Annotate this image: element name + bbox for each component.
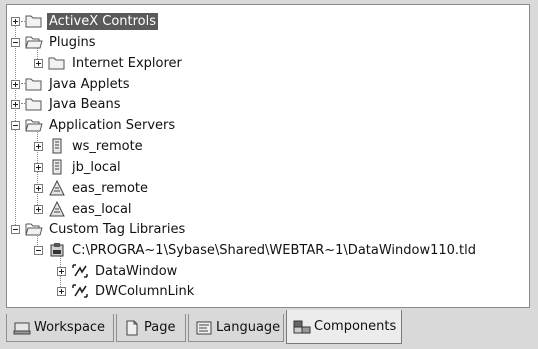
components-window: ActiveX Controls Plugins Internet Explor… — [0, 0, 538, 349]
eas-server-icon — [48, 201, 66, 217]
tree-item-plugins[interactable]: Plugins — [11, 32, 98, 52]
tree-item-label: C:\PROGRA~1\Sybase\Shared\WEBTAR~1\DataW… — [72, 242, 477, 258]
page-icon — [123, 320, 141, 336]
folder-open-icon — [25, 34, 43, 50]
tree-item-label: Custom Tag Libraries — [49, 221, 186, 237]
tab-label: Language — [216, 320, 281, 335]
expand-plus-icon[interactable] — [34, 183, 43, 193]
tree-item-label: eas_remote — [72, 180, 149, 196]
folder-closed-icon — [25, 76, 43, 92]
tree-item-label: Java Applets — [49, 76, 130, 92]
tab-label: Components — [314, 319, 397, 334]
tab-language[interactable]: Language — [188, 314, 284, 342]
components-icon — [293, 319, 311, 335]
custom-tag-icon — [71, 283, 89, 299]
tree-item-label: Plugins — [49, 34, 96, 50]
tree-item-label: ActiveX Controls — [47, 12, 159, 30]
tree-item-internet-explorer[interactable]: Internet Explorer — [34, 53, 184, 73]
tab-label: Workspace — [34, 320, 106, 335]
expand-plus-icon[interactable] — [34, 204, 43, 214]
folder-closed-icon — [25, 96, 43, 112]
tree-item-eas-remote[interactable]: eas_remote — [34, 178, 150, 198]
folder-closed-icon — [48, 55, 66, 71]
collapse-minus-icon[interactable] — [11, 120, 20, 130]
tree-item-label: Application Servers — [49, 117, 176, 133]
tree-item-dwcolumnlink[interactable]: DWColumnLink — [57, 281, 196, 301]
expand-plus-icon[interactable] — [11, 79, 20, 89]
tab-components[interactable]: Components — [286, 310, 402, 344]
tree-item-label: Internet Explorer — [72, 55, 182, 71]
tree-item-java-applets[interactable]: Java Applets — [11, 74, 131, 94]
server-icon — [48, 159, 66, 175]
tab-page[interactable]: Page — [116, 314, 186, 342]
eas-server-icon — [48, 180, 66, 196]
expand-plus-icon[interactable] — [34, 141, 43, 151]
folder-open-icon — [25, 117, 43, 133]
tree-item-java-beans[interactable]: Java Beans — [11, 94, 123, 114]
tree-item-eas-local[interactable]: eas_local — [34, 199, 134, 219]
expand-plus-icon[interactable] — [57, 286, 66, 296]
tree-item-ws-remote[interactable]: ws_remote — [34, 136, 145, 156]
expand-plus-icon[interactable] — [11, 99, 20, 109]
collapse-minus-icon[interactable] — [11, 37, 20, 47]
server-icon — [48, 138, 66, 154]
expand-plus-icon[interactable] — [34, 162, 43, 172]
expand-plus-icon[interactable] — [11, 16, 20, 26]
folder-open-icon — [25, 221, 43, 237]
workspace-icon — [13, 320, 31, 336]
language-icon — [195, 320, 213, 336]
tab-label: Page — [144, 320, 176, 335]
tag-library-icon — [48, 242, 66, 258]
tree-item-label: jb_local — [72, 159, 121, 175]
tree-item-datawindow[interactable]: DataWindow — [57, 261, 179, 281]
components-tree[interactable]: ActiveX Controls Plugins Internet Explor… — [6, 4, 530, 308]
tree-item-label: Java Beans — [49, 96, 121, 112]
folder-closed-icon — [25, 13, 43, 29]
tree-item-activex-controls[interactable]: ActiveX Controls — [11, 11, 159, 31]
tree-item-custom-tag-libraries[interactable]: Custom Tag Libraries — [11, 219, 187, 239]
collapse-minus-icon[interactable] — [34, 245, 43, 255]
tree-item-label: DataWindow — [95, 263, 178, 279]
tree-item-application-servers[interactable]: Application Servers — [11, 115, 177, 135]
tree-item-jb-local[interactable]: jb_local — [34, 157, 123, 177]
expand-plus-icon[interactable] — [57, 266, 66, 276]
custom-tag-icon — [71, 263, 89, 279]
expand-plus-icon[interactable] — [34, 58, 43, 68]
tree-item-label: eas_local — [72, 201, 132, 217]
tree-item-tld-file[interactable]: C:\PROGRA~1\Sybase\Shared\WEBTAR~1\DataW… — [34, 240, 478, 260]
tab-workspace[interactable]: Workspace — [6, 314, 114, 342]
panel-tab-bar: Workspace Page Language Components — [6, 310, 530, 346]
tree-item-label: DWColumnLink — [95, 283, 195, 299]
collapse-minus-icon[interactable] — [11, 224, 20, 234]
tree-item-label: ws_remote — [72, 138, 143, 154]
